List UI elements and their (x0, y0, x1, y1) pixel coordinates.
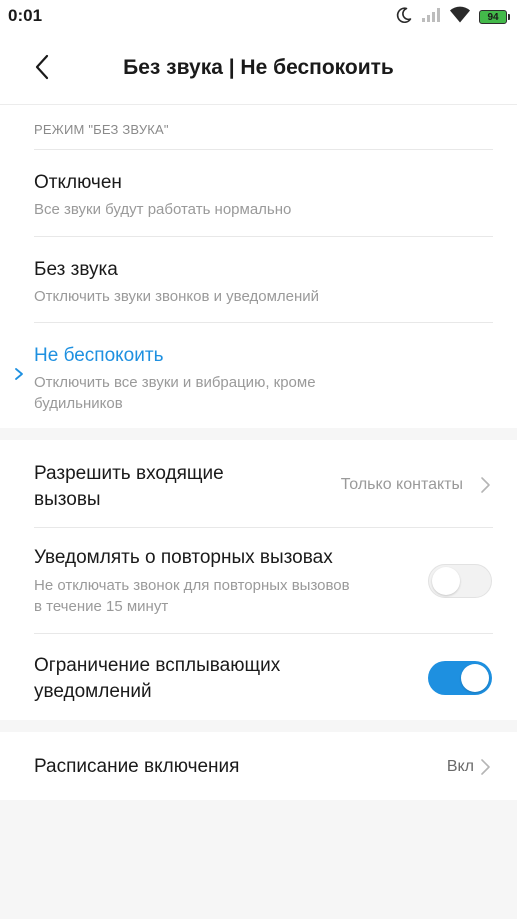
popup-limit-toggle[interactable] (428, 661, 492, 695)
app-header: Без звука | Не беспокоить (0, 34, 517, 105)
repeat-calls-subtitle: Не отключать звонок для повторных вызово… (34, 577, 350, 615)
schedule-value: Вкл (446, 758, 474, 775)
option-off-title: Отключен (34, 172, 122, 193)
page-title: Без звука | Не беспокоить (123, 56, 394, 79)
section-header-silent-mode: РЕЖИМ "БЕЗ ЗВУКА" (34, 122, 169, 137)
option-do-not-disturb[interactable]: Не беспокоить Отключить все звуки и вибр… (0, 323, 517, 428)
toggle-knob (432, 567, 460, 595)
allow-calls-value: Только контакты (340, 476, 463, 493)
schedule-section: Расписание включения Вкл (0, 732, 517, 800)
status-time: 0:01 (8, 6, 43, 25)
schedule-row[interactable]: Расписание включения Вкл (0, 732, 517, 800)
option-silent-title: Без звука (34, 259, 118, 280)
selected-chevron-icon (12, 367, 26, 381)
chevron-right-icon (479, 758, 491, 776)
option-off[interactable]: Отключен Все звуки будут работать нормал… (0, 150, 517, 236)
repeat-calls-row: Уведомлять о повторных вызовах Не отключ… (0, 528, 517, 633)
chevron-right-icon (479, 476, 491, 494)
repeat-calls-title: Уведомлять о повторных вызовах (34, 547, 333, 568)
status-bar: 0:01 94 (0, 0, 517, 34)
status-icons: 94 (395, 6, 510, 29)
silent-mode-section: РЕЖИМ "БЕЗ ЗВУКА" Отключен Все звуки буд… (0, 105, 517, 428)
option-dnd-title: Не беспокоить (34, 345, 164, 366)
signal-icon (421, 7, 441, 28)
option-off-subtitle: Все звуки будут работать нормально (34, 201, 292, 218)
schedule-title: Расписание включения (34, 756, 240, 777)
popup-limit-row: Ограничение всплывающих уведомлений (0, 634, 517, 720)
calls-section: Разрешить входящие вызовы Только контакт… (0, 440, 517, 720)
battery-icon: 94 (479, 10, 510, 24)
repeat-calls-toggle[interactable] (428, 564, 492, 598)
battery-level: 94 (487, 11, 499, 23)
option-silent[interactable]: Без звука Отключить звуки звонков и увед… (0, 237, 517, 322)
allow-calls-row[interactable]: Разрешить входящие вызовы Только контакт… (0, 440, 517, 527)
option-silent-subtitle: Отключить звуки звонков и уведомлений (34, 288, 320, 305)
toggle-knob (461, 664, 489, 692)
chevron-left-icon (34, 54, 50, 85)
option-dnd-subtitle: Отключить все звуки и вибрацию, кроме бу… (34, 374, 316, 412)
back-button[interactable] (24, 51, 60, 87)
wifi-icon (449, 6, 471, 29)
allow-calls-title: Разрешить входящие вызовы (34, 463, 224, 510)
moon-icon (395, 6, 413, 29)
dnd-settings-screen: 0:01 94 Без звука | Не беспокоить РЕЖИМ … (0, 0, 517, 919)
popup-limit-title: Ограничение всплывающих уведомлений (34, 655, 281, 702)
